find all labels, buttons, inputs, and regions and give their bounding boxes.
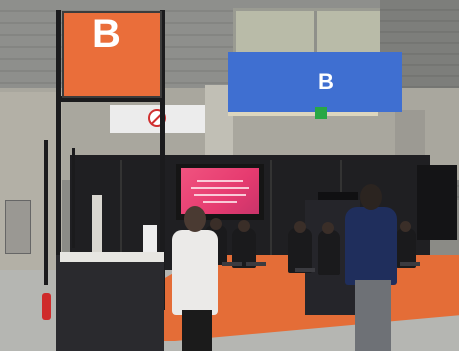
fire-equipment-panel — [5, 200, 31, 254]
counter-top — [60, 252, 164, 262]
ceiling-lights — [228, 112, 378, 116]
speaker-tower — [417, 165, 457, 240]
truss-post — [72, 148, 75, 248]
audience-head — [294, 221, 306, 233]
exhibition-hall-photo: B B — [0, 0, 459, 351]
audience-head — [210, 218, 222, 230]
visitor-legs — [182, 310, 212, 351]
visitor-head — [360, 184, 382, 210]
visitor-legs — [355, 280, 391, 351]
reception-counter — [56, 255, 164, 351]
audience-head — [400, 221, 411, 232]
blue-sign-letter: B — [318, 69, 334, 94]
fire-extinguisher — [42, 293, 51, 320]
audience-member — [288, 228, 312, 273]
chair — [222, 262, 242, 266]
orange-sign-letter: B — [92, 12, 121, 56]
chair — [246, 262, 266, 266]
screen-text-line — [197, 180, 243, 182]
display-stand — [143, 225, 157, 255]
audience-head — [238, 220, 250, 232]
visitor-white-hoodie — [172, 230, 218, 315]
display-stand — [92, 195, 102, 253]
exit-sign — [315, 107, 327, 119]
blue-hall-sign — [228, 52, 402, 112]
chair — [400, 262, 420, 266]
visitor-head — [184, 206, 206, 232]
truss-post — [44, 140, 48, 285]
screen-text-line — [194, 194, 246, 196]
screen-text-line — [191, 187, 249, 189]
visitor-navy-sweater — [345, 207, 397, 285]
chair — [295, 268, 315, 272]
screen-text-line — [203, 201, 237, 203]
audience-head — [322, 222, 334, 234]
audience-member — [318, 230, 340, 275]
